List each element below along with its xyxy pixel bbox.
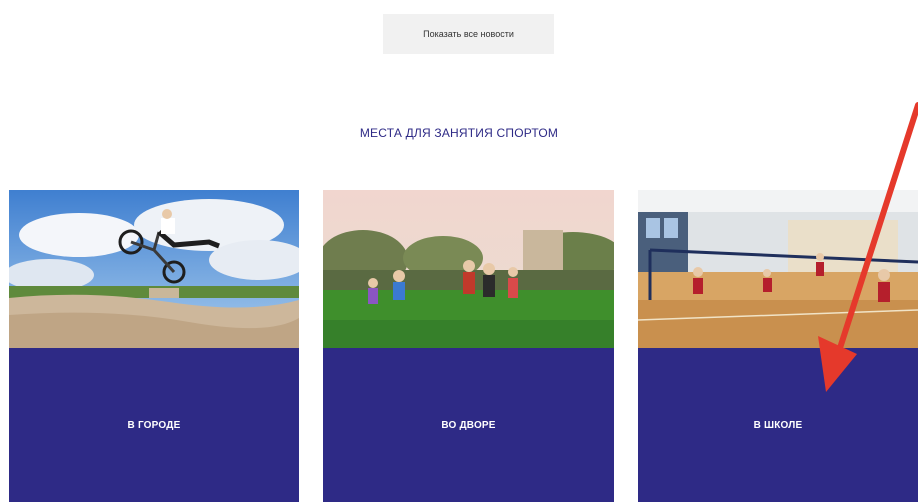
- card-in-city-panel: В ГОРОДЕ: [9, 348, 299, 502]
- card-in-yard-label: ВО ДВОРЕ: [441, 419, 496, 431]
- bmx-rider-skatepark-photo: [9, 190, 299, 348]
- card-at-school[interactable]: В ШКОЛЕ: [638, 190, 918, 502]
- section-title: МЕСТА ДЛЯ ЗАНЯТИЯ СПОРТОМ: [359, 126, 559, 140]
- card-at-school-panel: В ШКОЛЕ: [638, 348, 918, 502]
- show-all-news-button[interactable]: Показать все новости: [383, 14, 554, 54]
- children-playing-in-yard-photo: [323, 190, 614, 348]
- school-gym-volleyball-photo: [638, 190, 918, 348]
- card-at-school-label: В ШКОЛЕ: [753, 419, 803, 431]
- card-in-yard-panel: ВО ДВОРЕ: [323, 348, 614, 502]
- card-in-yard[interactable]: ВО ДВОРЕ: [323, 190, 614, 502]
- card-in-city[interactable]: В ГОРОДЕ: [9, 190, 299, 502]
- card-in-city-label: В ГОРОДЕ: [127, 419, 181, 431]
